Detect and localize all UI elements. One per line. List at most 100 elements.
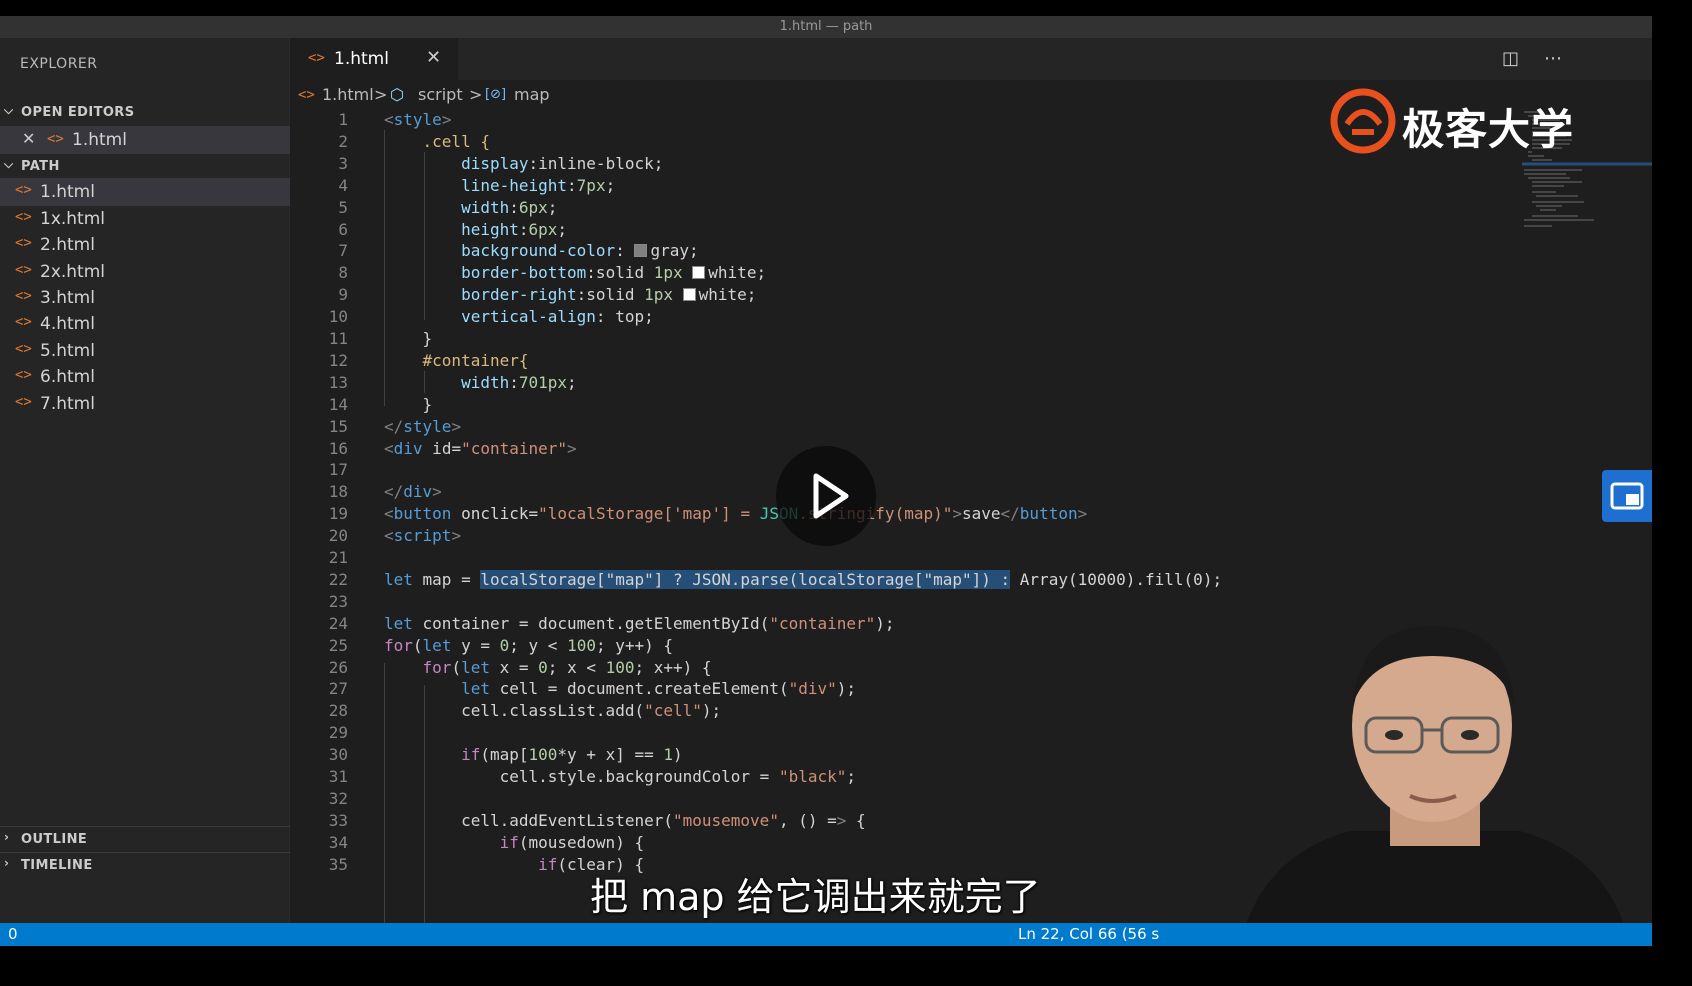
- code-line[interactable]: if(mousedown) {: [384, 833, 645, 852]
- html-file-icon: <>: [308, 50, 325, 66]
- breadcrumb-separator: >: [469, 85, 483, 104]
- open-editor-filename: 1.html: [72, 130, 127, 150]
- html-file-icon: <>: [15, 209, 32, 225]
- logo-text: 极客大学: [1402, 105, 1575, 154]
- picture-in-picture-button[interactable]: [1602, 470, 1652, 522]
- line-number: 14: [328, 394, 348, 414]
- chevron-right-icon: ›: [4, 856, 10, 870]
- code-line[interactable]: <button onclick="localStorage['map'] = J…: [384, 504, 1087, 523]
- close-icon[interactable]: ✕: [22, 129, 35, 148]
- tab-1-html[interactable]: <> 1.html ✕: [290, 38, 458, 80]
- vscode-window: 1.html — path EXPLORER ⌵ OPEN EDITORS ✕ …: [0, 16, 1652, 946]
- breadcrumb-map[interactable]: map: [514, 85, 550, 104]
- timeline-section[interactable]: › TIMELINE: [0, 852, 290, 878]
- line-number: 18: [328, 482, 348, 502]
- file-name: 2.html: [40, 235, 95, 255]
- split-editor-icon[interactable]: ◫: [1502, 48, 1519, 69]
- file-name: 6.html: [40, 367, 95, 387]
- code-line[interactable]: let cell = document.createElement("div")…: [384, 679, 856, 698]
- code-line[interactable]: }: [384, 329, 433, 348]
- code-line[interactable]: <style>: [384, 110, 451, 129]
- file-name: 1x.html: [40, 209, 106, 229]
- file-item[interactable]: <> 7.html: [0, 390, 290, 418]
- line-number: 32: [328, 788, 348, 808]
- line-number: 35: [328, 854, 348, 874]
- line-number: 1: [338, 110, 348, 129]
- code-line[interactable]: <div id="container">: [384, 439, 577, 458]
- code-line[interactable]: background-color: gray;: [384, 241, 699, 260]
- indent-guide: [424, 685, 425, 923]
- open-editors-section[interactable]: ⌵ OPEN EDITORS: [0, 100, 290, 126]
- code-line[interactable]: </style>: [384, 417, 461, 436]
- presenter-video: [1220, 606, 1652, 946]
- html-file-icon: <>: [15, 235, 32, 251]
- code-line[interactable]: line-height:7px;: [384, 176, 615, 195]
- line-number: 30: [328, 745, 348, 765]
- variable-icon: [⊘]: [485, 87, 507, 102]
- file-item[interactable]: <> 6.html: [0, 363, 290, 391]
- html-file-icon: <>: [15, 288, 32, 304]
- cursor-position[interactable]: Ln 22, Col 66 (56 s: [1018, 925, 1159, 943]
- line-number: 19: [328, 504, 348, 524]
- breadcrumb-file[interactable]: 1.html: [322, 85, 374, 104]
- line-number: 28: [328, 701, 348, 721]
- more-actions-icon[interactable]: ⋯: [1544, 48, 1562, 69]
- file-item[interactable]: <> 3.html: [0, 284, 290, 312]
- open-editor-item[interactable]: ✕ <> 1.html: [0, 126, 290, 154]
- line-number: 12: [328, 350, 348, 370]
- line-number: 2: [338, 131, 348, 151]
- code-line[interactable]: width:6px;: [384, 198, 557, 217]
- code-line[interactable]: cell.style.backgroundColor = "black";: [384, 767, 856, 786]
- code-line[interactable]: height:6px;: [384, 220, 567, 239]
- play-button[interactable]: [776, 446, 876, 546]
- code-line[interactable]: let container = document.getElementById(…: [384, 614, 895, 633]
- code-line[interactable]: if(map[100*y + x] == 1): [384, 745, 683, 764]
- html-file-icon: <>: [15, 367, 32, 383]
- logo-mark-icon: [1330, 88, 1396, 154]
- code-line[interactable]: let map = localStorage["map"] ? JSON.par…: [384, 569, 1222, 589]
- breadcrumb-separator: >: [374, 85, 388, 104]
- html-file-icon: <>: [298, 87, 315, 103]
- file-name: 5.html: [40, 341, 95, 361]
- html-file-icon: <>: [15, 262, 32, 278]
- breadcrumb-script[interactable]: script: [418, 85, 463, 104]
- code-line[interactable]: for(let x = 0; x < 100; x++) {: [384, 658, 712, 677]
- file-item[interactable]: <> 5.html: [0, 337, 290, 365]
- code-line[interactable]: }: [384, 395, 433, 414]
- right-edge-bar: [1652, 0, 1692, 986]
- html-file-icon: <>: [15, 314, 32, 330]
- code-line[interactable]: display:inline-block;: [384, 154, 663, 173]
- code-line[interactable]: border-right:solid 1px white;: [384, 285, 756, 304]
- line-number: 24: [328, 613, 348, 633]
- html-file-icon: <>: [15, 394, 32, 410]
- outline-label: OUTLINE: [21, 832, 88, 847]
- timeline-label: TIMELINE: [21, 858, 93, 873]
- file-item[interactable]: <> 1.html: [0, 178, 290, 206]
- path-folder-section[interactable]: ⌵ PATH: [0, 154, 290, 180]
- tab-bar: <> 1.html ✕ ◫ ⋯: [290, 38, 1652, 80]
- problems-count[interactable]: 0: [8, 925, 18, 943]
- status-bar: 0 Ln 22, Col 66 (56 s: [0, 923, 1652, 946]
- cube-icon: ⬡: [390, 85, 404, 104]
- code-line[interactable]: cell.addEventListener("mousemove", () =>…: [384, 811, 866, 830]
- code-line[interactable]: vertical-align: top;: [384, 307, 654, 326]
- code-line[interactable]: width:701px;: [384, 373, 577, 392]
- html-file-icon: <>: [15, 182, 32, 198]
- file-item[interactable]: <> 1x.html: [0, 205, 290, 233]
- code-line[interactable]: <script>: [384, 526, 461, 545]
- code-line[interactable]: .cell {: [384, 132, 490, 151]
- file-item[interactable]: <> 2.html: [0, 231, 290, 259]
- line-number: 22: [328, 569, 348, 589]
- file-item[interactable]: <> 2x.html: [0, 258, 290, 286]
- close-icon[interactable]: ✕: [426, 47, 441, 68]
- line-number: 25: [328, 635, 348, 655]
- tab-label: 1.html: [334, 49, 389, 69]
- code-line[interactable]: for(let y = 0; y < 100; y++) {: [384, 636, 673, 655]
- code-line[interactable]: #container{: [384, 351, 529, 370]
- code-line[interactable]: </div>: [384, 482, 442, 501]
- outline-section[interactable]: › OUTLINE: [0, 826, 290, 852]
- code-line[interactable]: cell.classList.add("cell");: [384, 701, 721, 720]
- file-item[interactable]: <> 4.html: [0, 310, 290, 338]
- file-name: 4.html: [40, 314, 95, 334]
- code-line[interactable]: border-bottom:solid 1px white;: [384, 263, 766, 282]
